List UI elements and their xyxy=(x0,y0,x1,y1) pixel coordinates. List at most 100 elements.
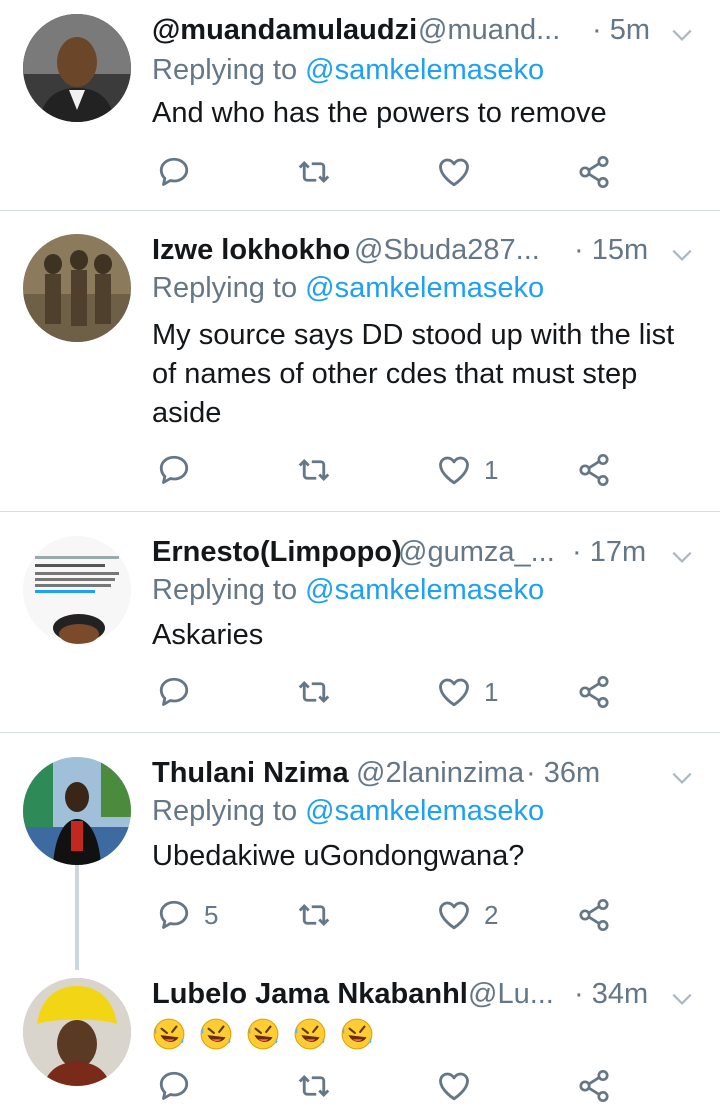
reply-button[interactable] xyxy=(156,672,204,712)
retweet-button[interactable] xyxy=(296,152,344,192)
retweet-button[interactable] xyxy=(296,672,344,712)
tweet[interactable]: Izwe lokhokho @Sbuda287... · 15m Replyin… xyxy=(0,230,720,510)
tweet-header: Thulani Nzima @2laninzima · 36m xyxy=(152,753,697,801)
like-button[interactable] xyxy=(436,1066,472,1106)
replying-to-label: Replying to xyxy=(152,574,298,606)
reply-button[interactable] xyxy=(156,152,204,192)
tweet-text: My source says DD stood up with the list… xyxy=(152,319,675,429)
timestamp[interactable]: · 34m xyxy=(574,978,648,1011)
chevron-down-icon[interactable] xyxy=(667,240,697,270)
reply-icon xyxy=(156,452,192,488)
retweet-icon xyxy=(296,452,332,488)
author-handle[interactable]: @muand... xyxy=(418,14,560,47)
replying-to-label: Replying to xyxy=(152,795,298,827)
tweet-header: @muandamulaudzi @muand... · 5m xyxy=(152,10,697,58)
like-button[interactable]: 1 xyxy=(436,672,498,712)
rolling-on-floor-laughing-emoji xyxy=(340,1017,374,1051)
avatar[interactable] xyxy=(23,234,131,342)
avatar[interactable] xyxy=(23,757,131,865)
avatar[interactable] xyxy=(23,536,131,644)
author-name[interactable]: Thulani Nzima xyxy=(152,757,349,790)
share-icon xyxy=(576,1068,612,1104)
rolling-on-floor-laughing-emoji xyxy=(152,1017,186,1051)
author-handle[interactable]: @Sbuda287... xyxy=(354,234,540,267)
timestamp[interactable]: · 5m xyxy=(592,14,650,47)
reply-icon xyxy=(156,897,192,933)
like-count: 1 xyxy=(484,676,499,707)
replying-to-label: Replying to xyxy=(152,54,298,86)
author-name[interactable]: Izwe lokhokho xyxy=(152,234,350,267)
reply-button[interactable] xyxy=(156,1066,192,1106)
retweet-icon xyxy=(296,897,332,933)
tweet[interactable]: @muandamulaudzi @muand... · 5m Replying … xyxy=(0,10,720,210)
timestamp[interactable]: · 17m xyxy=(572,536,646,569)
heart-icon xyxy=(436,674,472,710)
tweet[interactable]: Thulani Nzima @2laninzima · 36m Replying… xyxy=(0,753,720,953)
tweet-text: Ubedakiwe uGondongwana? xyxy=(152,840,525,872)
retweet-icon xyxy=(296,1068,332,1104)
tweet-text: 🤣🤣🤣🤣🤣 xyxy=(152,1014,702,1053)
rolling-on-floor-laughing-emoji xyxy=(246,1017,280,1051)
tweet-text: And who has the powers to remove xyxy=(152,97,607,129)
author-handle[interactable]: @2laninzima xyxy=(356,757,524,790)
share-button[interactable] xyxy=(576,152,612,192)
replying-to: Replying to @samkelemaseko xyxy=(152,54,544,87)
like-button[interactable]: 1 xyxy=(436,450,498,490)
like-button[interactable] xyxy=(436,152,484,192)
like-button[interactable]: 2 xyxy=(436,895,498,935)
tweet-actions: 5 2 xyxy=(152,895,632,935)
mention-link[interactable]: @samkelemaseko xyxy=(305,272,544,304)
replying-to: Replying to @samkelemaseko xyxy=(152,574,544,607)
divider xyxy=(0,210,720,211)
chevron-down-icon[interactable] xyxy=(667,542,697,572)
chevron-down-icon[interactable] xyxy=(667,20,697,50)
tweet[interactable]: Ernesto(Limpopo) @gumza_... · 17m Replyi… xyxy=(0,532,720,732)
heart-icon xyxy=(436,897,472,933)
author-handle[interactable]: @Lu... xyxy=(468,978,554,1011)
mention-link[interactable]: @samkelemaseko xyxy=(305,574,544,606)
author-name[interactable]: Ernesto(Limpopo) xyxy=(152,536,402,569)
tweet-header: Ernesto(Limpopo) @gumza_... · 17m xyxy=(152,532,697,580)
heart-icon xyxy=(436,452,472,488)
replying-to: Replying to @samkelemaseko xyxy=(152,795,544,828)
like-count: 1 xyxy=(484,454,499,485)
reply-button[interactable] xyxy=(156,450,204,490)
share-button[interactable] xyxy=(576,895,612,935)
reply-icon xyxy=(156,674,192,710)
share-button[interactable] xyxy=(576,450,612,490)
share-icon xyxy=(576,452,612,488)
tweet-actions xyxy=(152,1066,632,1106)
retweet-button[interactable] xyxy=(296,1066,332,1106)
avatar[interactable] xyxy=(23,14,131,122)
author-handle[interactable]: @gumza_... xyxy=(398,536,555,569)
avatar[interactable] xyxy=(23,978,131,1086)
tweet-actions: 1 xyxy=(152,450,632,490)
chevron-down-icon[interactable] xyxy=(667,984,697,1014)
share-icon xyxy=(576,154,612,190)
share-button[interactable] xyxy=(576,1066,612,1106)
retweet-icon xyxy=(296,674,332,710)
share-icon xyxy=(576,897,612,933)
timestamp[interactable]: · 36m xyxy=(526,757,600,790)
reply-icon xyxy=(156,1068,192,1104)
tweet-header: Izwe lokhokho @Sbuda287... · 15m xyxy=(152,230,697,278)
retweet-button[interactable] xyxy=(296,450,344,490)
mention-link[interactable]: @samkelemaseko xyxy=(305,795,544,827)
divider xyxy=(0,511,720,512)
chevron-down-icon[interactable] xyxy=(667,763,697,793)
rolling-on-floor-laughing-emoji xyxy=(293,1017,327,1051)
author-name[interactable]: @muandamulaudzi xyxy=(152,14,417,47)
heart-icon xyxy=(436,154,472,190)
share-button[interactable] xyxy=(576,672,612,712)
timestamp[interactable]: · 15m xyxy=(574,234,648,267)
tweet-actions xyxy=(152,152,632,192)
reply-count: 5 xyxy=(204,899,219,930)
reply-button[interactable]: 5 xyxy=(156,895,218,935)
tweet[interactable]: Lubelo Jama Nkabanhl @Lu... · 34m 🤣🤣🤣🤣🤣 xyxy=(0,974,720,1085)
replying-to: Replying to @samkelemaseko xyxy=(152,272,544,305)
author-name[interactable]: Lubelo Jama Nkabanhl xyxy=(152,978,468,1011)
replying-to-label: Replying to xyxy=(152,272,298,304)
mention-link[interactable]: @samkelemaseko xyxy=(305,54,544,86)
retweet-button[interactable] xyxy=(296,895,344,935)
reply-icon xyxy=(156,154,192,190)
